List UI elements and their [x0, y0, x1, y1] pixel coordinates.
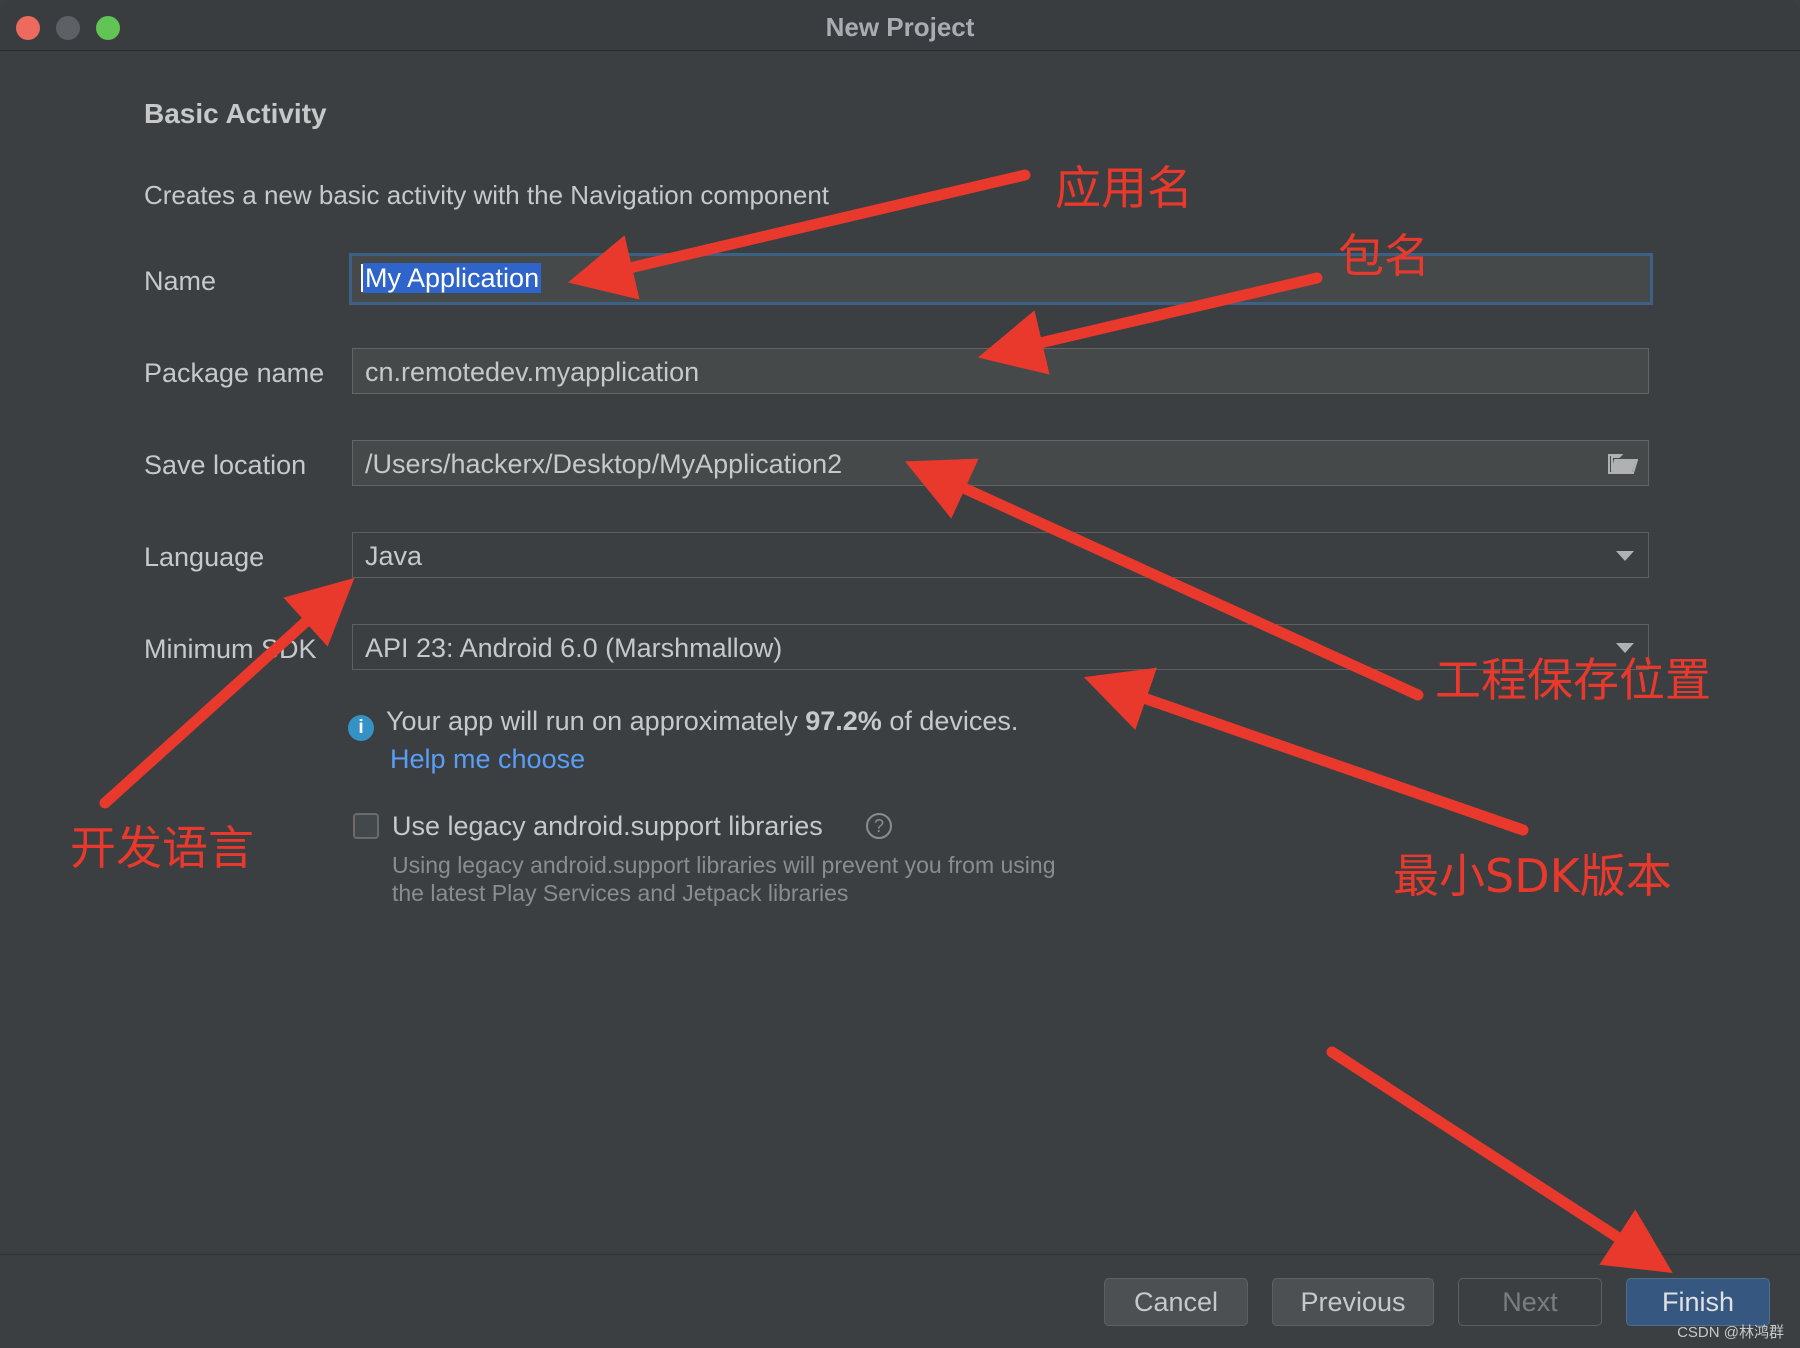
arrow-to-finish: [1326, 1046, 1673, 1273]
new-project-window: New Project Basic Activity Creates a new…: [0, 0, 1800, 1348]
annotation-language: 开发语言: [70, 821, 254, 875]
annotation-min-sdk: 最小SDK版本: [1393, 849, 1672, 903]
annotation-app-name: 应用名: [1055, 161, 1193, 215]
annotation-package-name: 包名: [1338, 229, 1430, 283]
watermark: CSDN @林鸿群: [1677, 1324, 1784, 1341]
arrow-to-package: [977, 272, 1323, 375]
arrow-to-save-location: [904, 458, 1424, 701]
arrow-to-language: [99, 577, 355, 809]
arrow-to-name: [567, 169, 1031, 300]
annotation-save-location: 工程保存位置: [1435, 653, 1711, 707]
